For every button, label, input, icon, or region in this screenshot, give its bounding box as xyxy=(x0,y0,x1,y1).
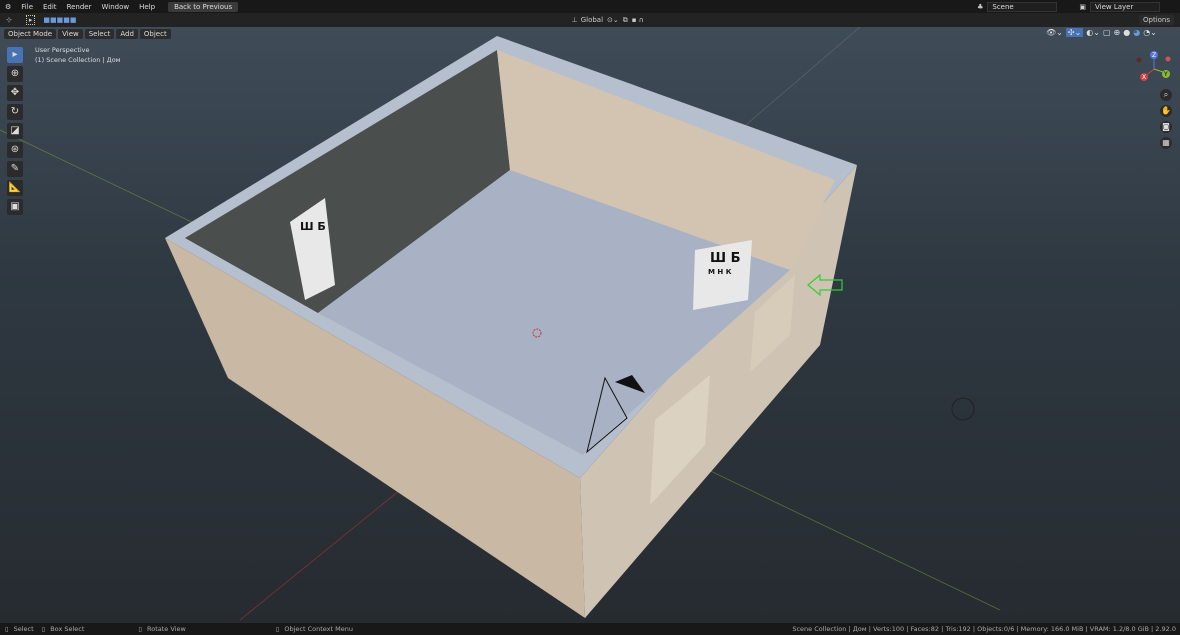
snap-icon[interactable]: ⧉ xyxy=(623,16,628,25)
editor-type-icon[interactable]: ⊹ xyxy=(6,16,12,24)
light-object xyxy=(951,397,975,421)
viewport-info: User Perspective (1) Scene Collection | … xyxy=(35,45,121,65)
add-cube-tool-icon[interactable]: ▣ xyxy=(7,199,23,215)
xray-icon[interactable]: ▢ xyxy=(1103,28,1111,37)
select-tool-icon[interactable]: ▸ xyxy=(7,47,23,63)
mouse-left-icon: ▯ xyxy=(5,625,9,633)
orientation-select[interactable]: Global xyxy=(581,16,603,24)
measure-tool-icon[interactable]: 📐 xyxy=(7,180,23,196)
pan-hand-icon[interactable]: ✋ xyxy=(1160,105,1172,117)
navigation-gizmo[interactable]: Z Y X xyxy=(1132,47,1176,91)
overlay-toggle-icon[interactable]: ◐⌄ xyxy=(1086,28,1100,37)
navigation-buttons: ⌕ ✋ ◙ ▦ xyxy=(1160,89,1172,153)
camera-view-icon[interactable]: ◙ xyxy=(1160,121,1172,133)
scene-statistics: Scene Collection | Дом | Verts:100 | Fac… xyxy=(792,625,1176,633)
selection-mode-icons[interactable]: ■■■■■ xyxy=(43,16,76,24)
collection-label: (1) Scene Collection | Дом xyxy=(35,56,121,64)
perspective-grid-icon[interactable]: ▦ xyxy=(1160,137,1172,149)
menu-edit[interactable]: Edit xyxy=(38,3,62,11)
status-bar: ▯ Select ▯ Box Select ▯ Rotate View ▯ Ob… xyxy=(0,623,1180,635)
wireframe-shading-icon[interactable]: ⊕ xyxy=(1114,28,1121,37)
mouse-middle-icon: ▯ xyxy=(138,625,142,633)
cursor-tool-icon[interactable]: ⊕ xyxy=(7,66,23,82)
menu-file[interactable]: File xyxy=(16,3,38,11)
eye-chart-left-row1: Ш Б xyxy=(300,220,326,233)
3d-viewport[interactable]: Ш Б М Н К Ш Б Object Mode View Select Ad… xyxy=(0,27,1180,623)
annotate-tool-icon[interactable]: ✎ xyxy=(7,161,23,177)
view-layer-field[interactable]: View Layer xyxy=(1090,1,1160,12)
menu-window[interactable]: Window xyxy=(96,3,134,11)
rotate-tool-icon[interactable]: ↻ xyxy=(7,104,23,120)
perspective-label: User Perspective xyxy=(35,46,90,54)
material-shading-icon[interactable]: ◕ xyxy=(1133,28,1140,37)
status-select: Select xyxy=(13,625,34,633)
status-rotate-view: Rotate View xyxy=(147,625,186,633)
grid-line xyxy=(739,27,861,131)
menu-view[interactable]: View xyxy=(58,29,83,39)
top-menu-bar: ⚙ File Edit Render Window Help Back to P… xyxy=(0,0,1180,13)
viewport-shading-controls: 👁⌄ ✣⌄ ◐⌄ ▢ ⊕ ● ◕ ◔⌄ xyxy=(1046,28,1157,37)
blender-logo-icon[interactable]: ⚙ xyxy=(0,3,16,11)
tool-header: ⊹ ▸ ■■■■■ ⊥ Global ⊙⌄ ⧉ ▪ ∩ Options xyxy=(0,13,1180,27)
pivot-icon[interactable]: ⊙⌄ xyxy=(607,16,619,24)
eye-chart-row2: М Н К xyxy=(708,268,732,276)
svg-text:Z: Z xyxy=(1152,52,1156,59)
mode-select[interactable]: Object Mode xyxy=(4,29,57,39)
scale-tool-icon[interactable]: ◪ xyxy=(7,123,23,139)
mouse-right-icon: ▯ xyxy=(275,625,280,633)
menu-help[interactable]: Help xyxy=(134,3,160,11)
scene-render: Ш Б М Н К Ш Б xyxy=(0,27,1001,621)
toolbar: ▸ ⊕ ✥ ↻ ◪ ⊛ ✎ 📐 ▣ xyxy=(7,47,23,218)
status-box-select: Box Select xyxy=(50,625,85,633)
orientation-icon: ⊥ xyxy=(571,16,578,24)
menu-object[interactable]: Object xyxy=(139,29,171,39)
scene-icon[interactable]: ♣ xyxy=(977,3,983,11)
eye-chart-row1: Ш Б xyxy=(710,251,741,266)
menu-select[interactable]: Select xyxy=(84,29,115,39)
zoom-icon[interactable]: ⌕ xyxy=(1160,89,1172,101)
transform-tool-icon[interactable]: ⊛ xyxy=(7,142,23,158)
back-to-previous-button[interactable]: Back to Previous xyxy=(168,1,239,12)
status-context-menu: Object Context Menu xyxy=(284,625,353,633)
proportional-edit-icon[interactable]: ▪ ∩ xyxy=(632,16,644,24)
options-button[interactable]: Options xyxy=(1139,15,1175,25)
move-tool-icon[interactable]: ✥ xyxy=(7,85,23,101)
svg-text:X: X xyxy=(1142,74,1146,81)
visibility-icon[interactable]: 👁⌄ xyxy=(1046,28,1063,37)
menu-render[interactable]: Render xyxy=(62,3,97,11)
solid-shading-icon[interactable]: ● xyxy=(1123,28,1130,37)
scene-field[interactable]: Scene xyxy=(987,1,1058,12)
mouse-drag-icon: ▯ xyxy=(41,625,46,633)
select-tool-icon[interactable]: ▸ xyxy=(25,15,36,25)
svg-text:Y: Y xyxy=(1163,71,1168,78)
rendered-shading-icon[interactable]: ◔⌄ xyxy=(1143,28,1157,37)
gizmo-toggle-icon[interactable]: ✣⌄ xyxy=(1065,28,1084,37)
menu-add[interactable]: Add xyxy=(116,29,138,39)
view-layer-icon[interactable]: ▣ xyxy=(1079,3,1086,11)
